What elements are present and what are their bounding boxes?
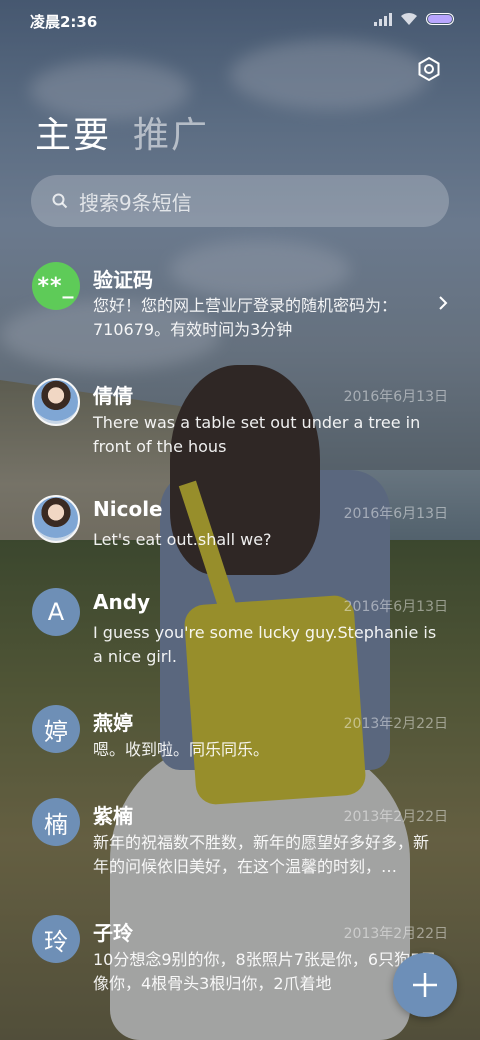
contact-name: 子玲 — [93, 921, 133, 945]
signal-icon — [374, 12, 392, 26]
gear-icon[interactable] — [416, 56, 442, 82]
compose-button[interactable] — [393, 953, 457, 1017]
message-preview: There was a table set out under a tree i… — [93, 413, 421, 456]
tab-promotions[interactable]: 推广 — [133, 106, 209, 158]
avatar — [32, 495, 80, 543]
message-date: 2016年6月13日 — [343, 389, 448, 405]
wifi-icon — [401, 12, 417, 25]
search-icon — [52, 193, 68, 209]
avatar: 玲 — [32, 915, 80, 963]
message-preview: Let's eat out.shall we? — [93, 530, 272, 549]
chevron-right-icon[interactable] — [436, 296, 450, 310]
contact-name: 燕婷 — [93, 711, 133, 735]
avatar — [32, 378, 80, 426]
contact-name: Nicole — [93, 497, 163, 521]
status-time: 凌晨2:36 — [30, 13, 98, 31]
plus-icon — [413, 973, 437, 997]
avatar: 婷 — [32, 705, 80, 753]
avatar: 楠 — [32, 798, 80, 846]
message-date: 2016年6月13日 — [343, 506, 448, 522]
message-date: 2013年2月22日 — [343, 716, 448, 732]
tab-primary[interactable]: 主要 — [35, 106, 111, 158]
battery-icon — [426, 13, 454, 25]
contact-name: 验证码 — [93, 268, 153, 292]
search-placeholder: 搜索9条短信 — [79, 190, 192, 215]
message-preview: I guess you're some lucky guy.Stephanie … — [93, 623, 437, 666]
search-input[interactable]: 搜索9条短信 — [31, 175, 449, 227]
message-preview: 嗯。收到啦。同乐同乐。 — [93, 740, 270, 759]
message-date: 2013年2月22日 — [343, 809, 448, 825]
status-bar: 凌晨2:36 — [0, 0, 480, 40]
avatar: A — [32, 588, 80, 636]
message-date: 2016年6月13日 — [343, 599, 448, 615]
contact-name: Andy — [93, 590, 151, 614]
message-preview: 10分想念9别的你，8张照片7张是你，6只狗5只像你，4根骨头3根归你，2爪着地 — [93, 950, 437, 993]
tab-bar: 主要 推广 — [35, 106, 209, 158]
contact-name: 倩倩 — [93, 384, 133, 408]
message-preview: 您好！您的网上营业厅登录的随机密码为：710679。有效时间为3分钟 — [93, 296, 398, 339]
avatar: **_ — [32, 262, 80, 310]
message-date: 2013年2月22日 — [343, 926, 448, 942]
contact-name: 紫楠 — [93, 804, 133, 828]
message-preview: 新年的祝福数不胜数，新年的愿望好多好多，新年的问候依旧美好，在这个温馨的时刻，… — [93, 833, 430, 876]
